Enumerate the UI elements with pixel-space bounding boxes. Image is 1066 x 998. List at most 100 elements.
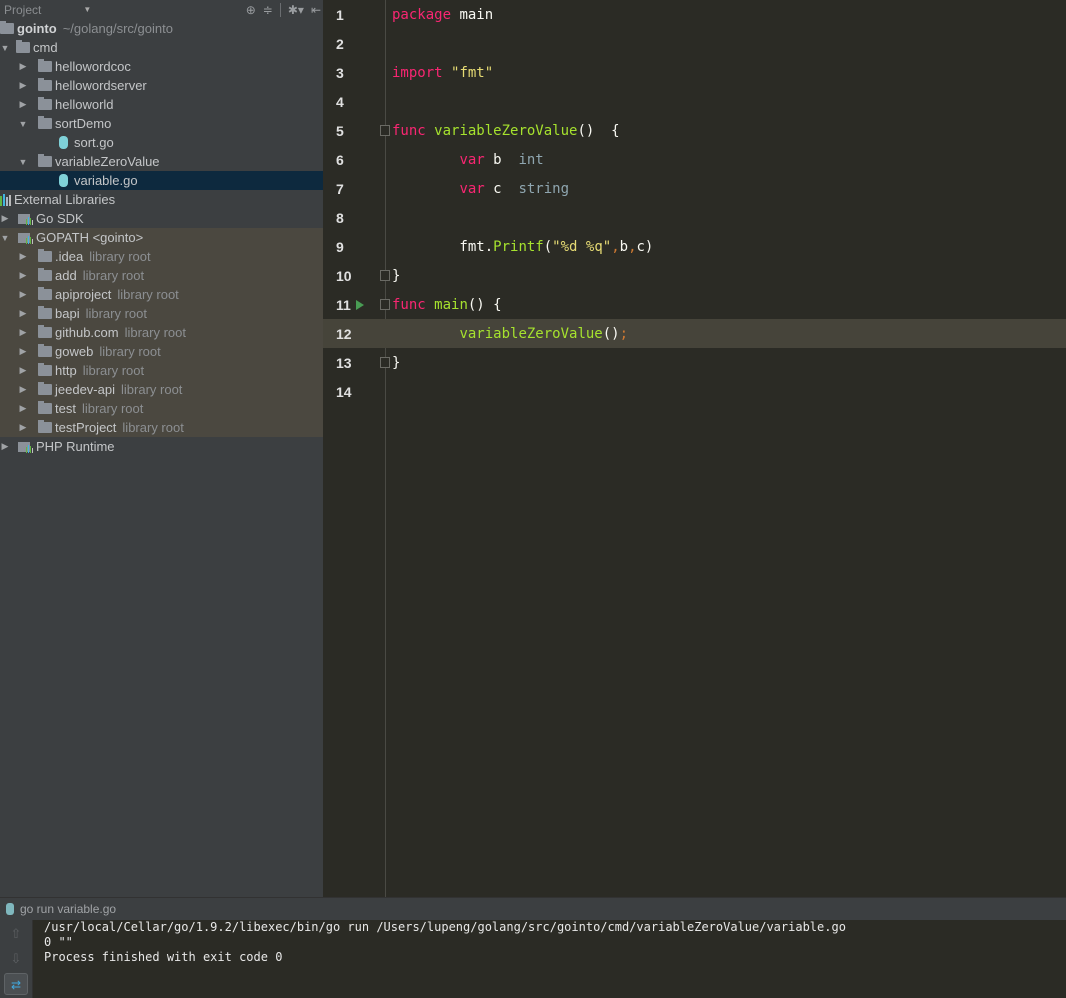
code-token: c	[484, 180, 519, 197]
chevron-right-icon[interactable]: ▶	[18, 270, 28, 281]
tree-item[interactable]: ▶ hellowordserver	[0, 76, 323, 95]
line-number: 4	[336, 93, 344, 110]
library-root-hint: library root	[117, 287, 179, 302]
tree-item-library-root[interactable]: ▶ add library root	[0, 266, 323, 285]
code-token: ,	[628, 238, 637, 255]
folder-icon	[38, 287, 52, 300]
run-tab-label[interactable]: go run variable.go	[20, 902, 116, 916]
code-editor[interactable]: 1 package main 2 3 import "fmt" 4 5 func variab…	[323, 0, 1066, 897]
chevron-right-icon[interactable]: ▶	[18, 346, 28, 357]
library-root-hint: library root	[122, 420, 184, 435]
soft-wrap-icon[interactable]: ⇄	[4, 973, 28, 995]
library-root-hint: library root	[99, 344, 161, 359]
chevron-right-icon[interactable]: ▶	[0, 441, 10, 452]
chevron-right-icon[interactable]: ▶	[18, 251, 28, 262]
chevron-right-icon[interactable]: ▶	[18, 384, 28, 395]
chevron-right-icon[interactable]: ▶	[18, 327, 28, 338]
library-folder-icon	[18, 441, 33, 453]
chevron-down-icon[interactable]: ▼	[83, 5, 91, 14]
tree-item-label: goweb	[55, 344, 94, 359]
code-line[interactable]: 11 func main() {	[323, 290, 1066, 319]
tree-item-library-root[interactable]: ▶ http library root	[0, 361, 323, 380]
tree-item-library-root[interactable]: ▶ apiproject library root	[0, 285, 323, 304]
chevron-right-icon[interactable]: ▶	[0, 213, 10, 224]
tree-item-php-runtime[interactable]: ▶ PHP Runtime	[0, 437, 323, 456]
code-token: () {	[577, 122, 620, 139]
tree-item-library-root[interactable]: ▶ goweb library root	[0, 342, 323, 361]
scroll-down-icon[interactable]: ⇩	[4, 948, 28, 970]
settings-icon[interactable]: ✱▾	[288, 3, 304, 17]
code-line[interactable]: 6 var b int	[323, 145, 1066, 174]
chevron-right-icon[interactable]: ▶	[18, 99, 28, 110]
code-line[interactable]: 4	[323, 87, 1066, 116]
chevron-right-icon[interactable]: ▶	[18, 61, 28, 72]
chevron-right-icon[interactable]: ▶	[18, 403, 28, 414]
code-line[interactable]: 14	[323, 377, 1066, 406]
chevron-right-icon[interactable]: ▶	[18, 308, 28, 319]
tree-item-label: testProject	[55, 420, 117, 435]
code-line[interactable]: 9 fmt.Printf("%d %q",b,c)	[323, 232, 1066, 261]
tree-item-external-libraries[interactable]: External Libraries	[0, 190, 323, 209]
tree-item-library-root[interactable]: ▶ github.com library root	[0, 323, 323, 342]
code-line[interactable]: 3 import "fmt"	[323, 58, 1066, 87]
tree-item-label: sortDemo	[55, 116, 112, 131]
chevron-right-icon[interactable]: ▶	[18, 80, 28, 91]
code-line[interactable]: 1 package main	[323, 0, 1066, 29]
scroll-up-icon[interactable]: ⇧	[4, 923, 28, 945]
chevron-right-icon[interactable]: ▶	[18, 289, 28, 300]
tree-item[interactable]: ▼ sortDemo	[0, 114, 323, 133]
chevron-down-icon[interactable]: ▼	[18, 119, 28, 129]
chevron-right-icon[interactable]: ▶	[18, 422, 28, 433]
tree-item[interactable]: ▶ helloworld	[0, 95, 323, 114]
code-token: var	[459, 180, 485, 197]
run-icon[interactable]	[356, 299, 364, 310]
code-line[interactable]: 12 variableZeroValue();	[323, 319, 1066, 348]
chevron-right-icon[interactable]: ▶	[18, 365, 28, 376]
folder-icon	[38, 325, 52, 338]
fold-marker-icon[interactable]	[380, 270, 390, 281]
tree-item-library-root[interactable]: ▶ testProject library root	[0, 418, 323, 437]
code-line[interactable]: 10}	[323, 261, 1066, 290]
line-number: 5	[336, 122, 344, 139]
line-number: 12	[336, 325, 352, 342]
hide-panel-icon[interactable]: ⇤	[311, 3, 321, 17]
code-text: import "fmt"	[392, 65, 493, 81]
code-token: variableZeroValue	[459, 325, 603, 342]
tree-item-label: helloworld	[55, 97, 114, 112]
code-line[interactable]: 5 func variableZeroValue() {	[323, 116, 1066, 145]
fold-marker-icon[interactable]	[380, 125, 390, 136]
chevron-down-icon[interactable]: ▼	[18, 157, 28, 167]
fold-marker-icon[interactable]	[380, 299, 390, 310]
code-line[interactable]: 13}	[323, 348, 1066, 377]
tree-item-library-root[interactable]: ▶ test library root	[0, 399, 323, 418]
code-line[interactable]: 2	[323, 29, 1066, 58]
code-token: }	[392, 267, 401, 284]
tree-item-library-root[interactable]: ▶ jeedev-api library root	[0, 380, 323, 399]
tree-item[interactable]: variable.go	[0, 171, 323, 190]
code-token: variableZeroValue	[434, 122, 578, 139]
locate-icon[interactable]: ⊕	[246, 3, 256, 17]
tree-item[interactable]: ▼ variableZeroValue	[0, 152, 323, 171]
tree-item[interactable]: sort.go	[0, 133, 323, 152]
fold-marker-icon[interactable]	[380, 357, 390, 368]
line-number: 9	[336, 238, 344, 255]
tree-item[interactable]: ▶ hellowordcoc	[0, 57, 323, 76]
tree-item-project-root[interactable]: gointo ~/golang/src/gointo	[0, 19, 323, 38]
collapse-all-icon[interactable]: ≑	[263, 3, 273, 17]
folder-icon	[0, 21, 14, 34]
code-line[interactable]: 8	[323, 203, 1066, 232]
chevron-down-icon[interactable]: ▼	[0, 233, 10, 243]
chevron-down-icon[interactable]: ▼	[0, 43, 10, 53]
tree-item-library[interactable]: ▶ Go SDK	[0, 209, 323, 228]
tree-item-library-root[interactable]: ▶ bapi library root	[0, 304, 323, 323]
console-line: Process finished with exit code 0	[44, 950, 283, 964]
code-token: "%d %q"	[552, 238, 612, 255]
project-view-selector[interactable]: Project	[4, 3, 41, 17]
tree-item-library[interactable]: ▼ GOPATH <gointo>	[0, 228, 323, 247]
line-number: 1	[336, 6, 344, 23]
tree-item-label: variableZeroValue	[55, 154, 160, 169]
tree-item-library-root[interactable]: ▶ .idea library root	[0, 247, 323, 266]
tree-item[interactable]: ▼ cmd	[0, 38, 323, 57]
code-line[interactable]: 7 var c string	[323, 174, 1066, 203]
